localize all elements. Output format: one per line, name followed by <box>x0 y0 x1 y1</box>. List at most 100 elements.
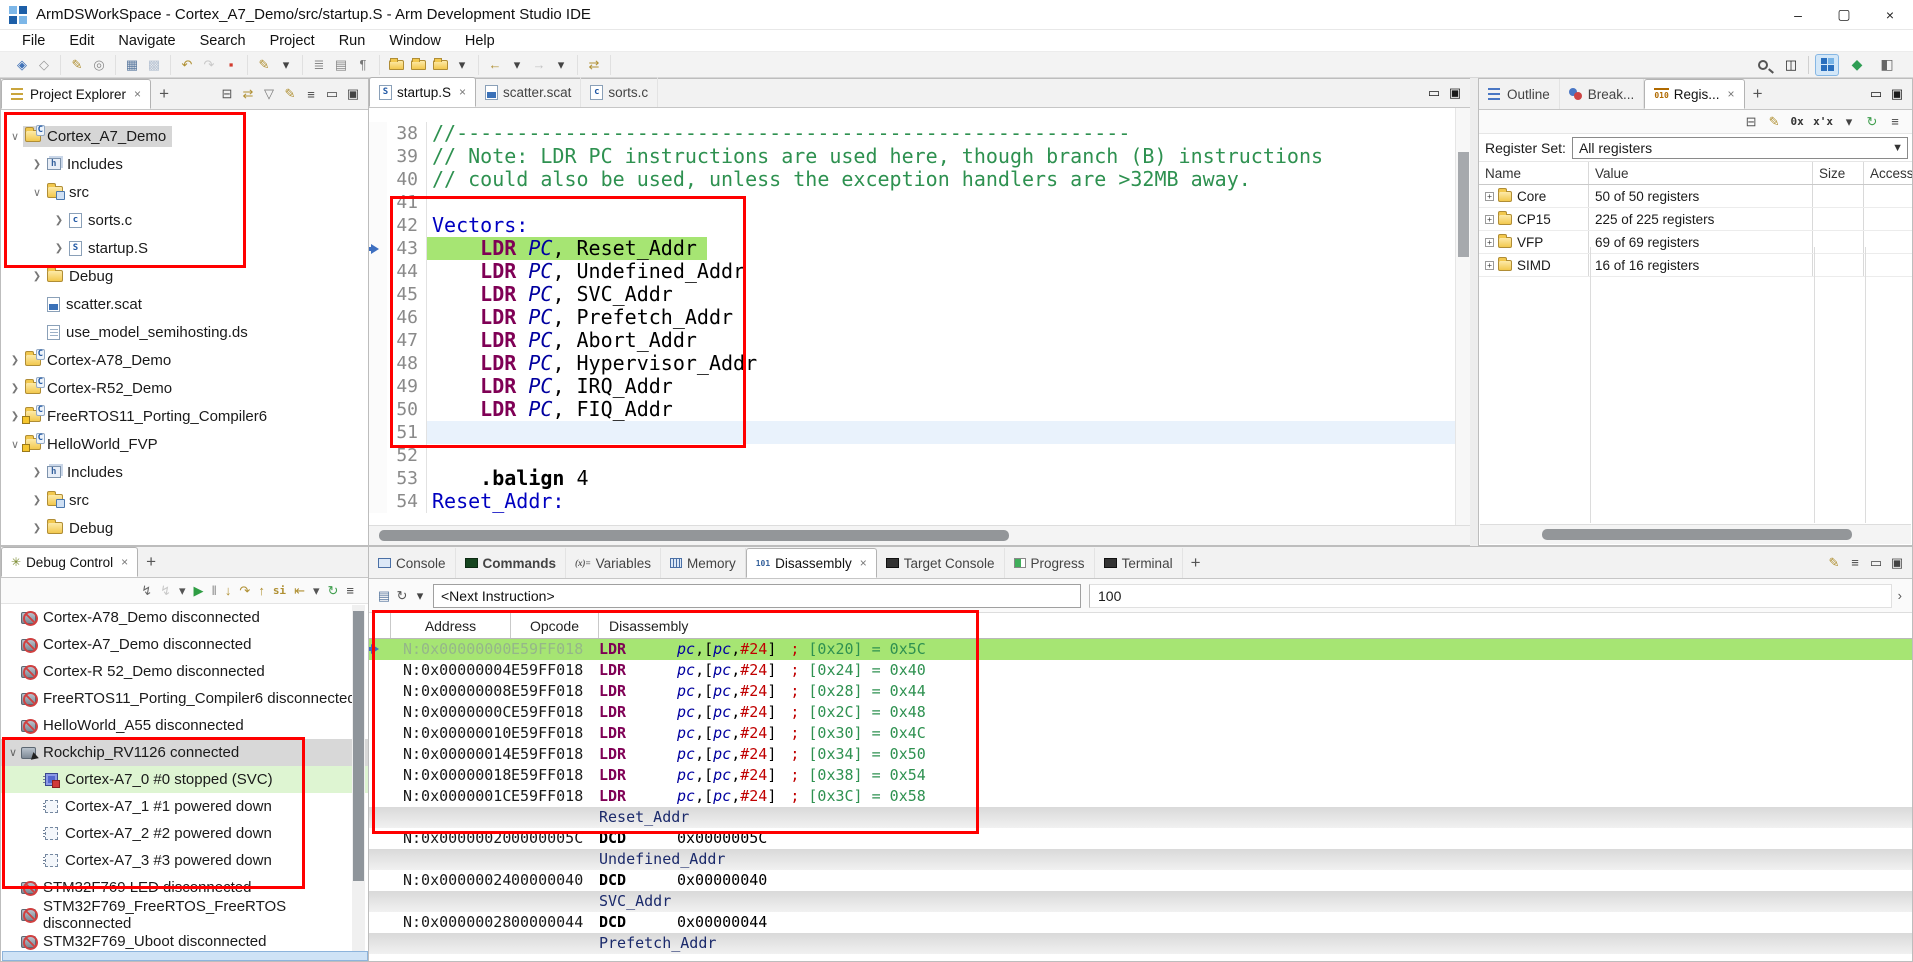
history-menu-icon[interactable]: ▾ <box>413 588 427 604</box>
editor-tab-startup-S[interactable]: Sstartup.S× <box>369 77 476 107</box>
register-group-row[interactable]: +Core50 of 50 registers <box>1479 185 1912 208</box>
new-wizard-icon[interactable]: ◈ <box>12 55 32 75</box>
close-icon[interactable]: × <box>459 85 466 99</box>
disassembly-row[interactable]: N:0x0000002400000040DCD0x00000040 <box>369 870 1912 891</box>
tree-item[interactable]: ❯CFreeRTOS11_Porting_Compiler6 <box>1 402 368 430</box>
debug-target-item[interactable]: ∨Rockchip_RV1126 connected <box>1 739 368 766</box>
debug-target-item[interactable]: FreeRTOS11_Porting_Compiler6 disconnecte… <box>1 685 368 712</box>
tab-target-console[interactable]: Target Console <box>877 548 1005 578</box>
maximize-icon[interactable]: ▣ <box>346 86 360 102</box>
tree-item[interactable]: ❯hIncludes <box>1 458 368 486</box>
disassembly-row[interactable]: N:0x0000002800000044DCD0x00000044 <box>369 912 1912 933</box>
more-menu-icon[interactable]: ▾ <box>313 583 320 599</box>
close-icon[interactable]: × <box>860 556 867 570</box>
window-minimize-button[interactable]: – <box>1775 0 1821 30</box>
expand-icon[interactable]: + <box>1485 215 1494 224</box>
tree-item[interactable]: ❯CCortex-A78_Demo <box>1 346 368 374</box>
chevron-right-icon[interactable]: ❯ <box>7 355 23 366</box>
chevron-down-icon[interactable]: ∨ <box>7 438 23 451</box>
tab-terminal[interactable]: Terminal <box>1095 548 1183 578</box>
tree-item[interactable]: ❯csorts.c <box>1 206 368 234</box>
chevron-right-icon[interactable]: ❯ <box>7 383 23 394</box>
nav-forward-icon[interactable]: → <box>529 55 549 75</box>
column-header-opcode[interactable]: Opcode <box>511 613 599 638</box>
menu-navigate[interactable]: Navigate <box>106 33 187 49</box>
disassembly-row[interactable]: N:0x00000010E59FF018LDRpc,[pc,#24]; [0x3… <box>369 723 1912 744</box>
disassembly-row[interactable]: N:0x00000008E59FF018LDRpc,[pc,#24]; [0x2… <box>369 681 1912 702</box>
build-log-icon[interactable]: ≣ <box>309 55 329 75</box>
menu-search[interactable]: Search <box>188 33 258 49</box>
debug-target-item[interactable]: Cortex-A7_1 #1 powered down <box>1 793 368 820</box>
folder-menu-icon[interactable]: ▾ <box>452 55 472 75</box>
nav-back-icon[interactable]: ← <box>485 55 505 75</box>
pin-icon[interactable]: ✎ <box>1767 114 1781 130</box>
pause-icon[interactable]: ‖ <box>212 583 217 598</box>
pen-icon[interactable]: ✎ <box>254 55 274 75</box>
mark-occurrences-icon[interactable]: ◎ <box>89 55 109 75</box>
chevron-right-icon[interactable]: ❯ <box>7 411 23 422</box>
chevron-right-icon[interactable]: ❯ <box>51 215 67 226</box>
show-whitespace-icon[interactable]: ¶ <box>353 55 373 75</box>
tab-regis[interactable]: 010Regis...× <box>1644 79 1744 109</box>
disassembly-row[interactable]: N:0x00000018E59FF018LDRpc,[pc,#24]; [0x3… <box>369 765 1912 786</box>
collapse-all-icon[interactable]: ⊟ <box>220 86 234 102</box>
customize-icon[interactable]: ✎ <box>283 86 297 102</box>
step-into-icon[interactable]: ↓ <box>225 583 232 598</box>
search-icon[interactable] <box>1753 55 1773 75</box>
tab-debug-control[interactable]: ✳ Debug Control × <box>1 547 138 577</box>
tree-item[interactable]: scatter.scat <box>1 290 368 318</box>
chevron-down-icon[interactable]: ∨ <box>29 186 45 199</box>
open-folder-icon[interactable] <box>430 55 450 75</box>
export-icon[interactable]: ▤ <box>377 588 391 604</box>
debug-target-item[interactable]: STM32F769_FreeRTOS_FreeRTOS disconnected <box>1 901 368 928</box>
tree-item[interactable]: ∨CCortex_A7_Demo <box>1 122 368 150</box>
hex-format-icon[interactable]: 0x <box>1790 115 1804 128</box>
menu-window[interactable]: Window <box>377 33 453 49</box>
undo-icon[interactable]: ↶ <box>177 55 197 75</box>
cpp-perspective-button[interactable]: ◧ <box>1875 54 1899 76</box>
jump-to-icon[interactable]: ⇤ <box>294 583 305 599</box>
import-folder-icon[interactable] <box>386 55 406 75</box>
debug-horizontal-scrollbar[interactable] <box>2 951 368 961</box>
column-header-value[interactable]: Value <box>1589 162 1813 184</box>
disassembly-row[interactable]: N:0x0000001CE59FF018LDRpc,[pc,#24]; [0x3… <box>369 786 1912 807</box>
debug-target-item[interactable]: Cortex-R 52_Demo disconnected <box>1 658 368 685</box>
tree-item[interactable]: ❯Sstartup.S <box>1 234 368 262</box>
tree-item[interactable]: ❯hIncludes <box>1 150 368 178</box>
save-all-icon[interactable]: ▩ <box>144 55 164 75</box>
window-maximize-button[interactable]: ▢ <box>1821 0 1867 30</box>
column-header-access[interactable]: Access <box>1864 162 1912 184</box>
refresh-icon[interactable]: ↻ <box>1865 114 1879 130</box>
maximize-icon[interactable]: ▣ <box>1890 86 1904 102</box>
maximize-icon[interactable]: ▣ <box>1448 85 1462 101</box>
save-icon[interactable]: ▦ <box>122 55 142 75</box>
connect-menu-icon[interactable]: ▾ <box>179 583 186 599</box>
debug-perspective-button[interactable]: ◆ <box>1845 54 1869 76</box>
view-menu-icon[interactable]: ≡ <box>346 583 354 598</box>
disassembly-row[interactable]: N:0x000000200000005CDCD0x0000005C <box>369 828 1912 849</box>
tree-item[interactable]: ∨src <box>1 178 368 206</box>
debug-target-item[interactable]: Cortex-A7_3 #3 powered down <box>1 847 368 874</box>
disconnect-target-icon[interactable]: ↯ <box>160 583 171 599</box>
chevron-right-icon[interactable]: ❯ <box>29 467 45 478</box>
expand-icon[interactable]: + <box>1485 192 1494 201</box>
armds-perspective-button[interactable] <box>1815 54 1839 76</box>
stop-record-icon[interactable]: ▪ <box>221 55 241 75</box>
tab-console[interactable]: Console <box>369 548 456 578</box>
filter-icon[interactable]: ▽ <box>262 86 276 102</box>
scroll-right-icon[interactable]: › <box>1892 588 1908 603</box>
editor-tab-sorts-c[interactable]: csorts.c <box>581 77 658 107</box>
add-view-button[interactable]: + <box>151 84 177 104</box>
disassembly-view[interactable]: AddressOpcodeDisassemblyN:0x00000000E59F… <box>369 613 1912 961</box>
step-return-icon[interactable]: ↑ <box>258 583 265 598</box>
view-menu-icon[interactable]: ≡ <box>304 87 318 102</box>
step-over-icon[interactable]: ↷ <box>239 583 250 599</box>
link-with-editor-icon[interactable]: ⇄ <box>241 86 255 102</box>
menu-help[interactable]: Help <box>453 33 507 49</box>
disassembly-address-input[interactable]: <Next Instruction> <box>433 584 1081 608</box>
continue-icon[interactable]: ▶ <box>194 583 204 599</box>
tree-item[interactable]: use_model_semihosting.ds <box>1 318 368 346</box>
debug-target-item[interactable]: HelloWorld_A55 disconnected <box>1 712 368 739</box>
debug-target-item[interactable]: Cortex-A7_0 #0 stopped (SVC) <box>1 766 368 793</box>
add-view-button[interactable]: + <box>138 552 164 572</box>
